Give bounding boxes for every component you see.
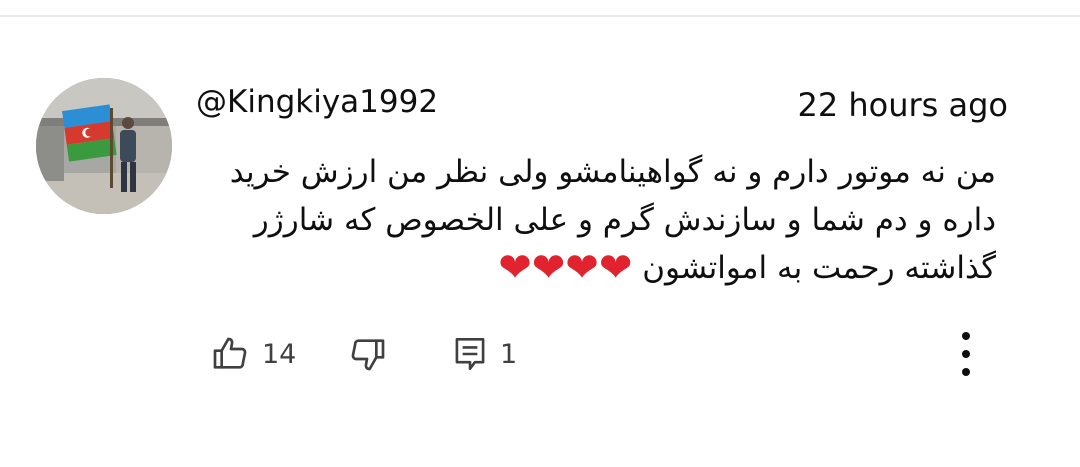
comment-line: داره و دم شما و سازندش گرم و علی الخصوص … xyxy=(253,202,996,238)
like-count: 14 xyxy=(262,338,297,370)
heart-emojis: ❤❤❤❤ xyxy=(498,245,633,291)
comment-author[interactable]: @Kingkiya1992 xyxy=(196,84,438,120)
thumbs-down-icon xyxy=(348,334,388,374)
thumbs-up-icon xyxy=(210,334,250,374)
avatar[interactable] xyxy=(36,78,172,214)
comment-text: من نه موتور دارم و نه گواهینامشو ولی نظر… xyxy=(196,148,996,292)
comment-line: گذاشته رحمت به امواتشون ❤❤❤❤ xyxy=(196,244,996,292)
top-divider xyxy=(0,15,1080,17)
reply-button[interactable]: 1 xyxy=(452,330,517,378)
comment-line: من نه موتور دارم و نه گواهینامشو ولی نظر… xyxy=(229,154,996,190)
like-button[interactable]: 14 xyxy=(210,330,296,378)
reply-comment-icon xyxy=(452,334,488,374)
comment-timestamp: 22 hours ago xyxy=(797,86,1008,124)
avatar-image xyxy=(36,78,172,214)
comment-actions: 14 1 xyxy=(210,330,1010,378)
more-vertical-icon xyxy=(956,332,976,382)
reply-count: 1 xyxy=(500,338,518,370)
more-options-button[interactable] xyxy=(956,330,976,378)
comment-line-text: گذاشته رحمت به امواتشون xyxy=(642,250,996,286)
dislike-button[interactable] xyxy=(348,330,388,378)
